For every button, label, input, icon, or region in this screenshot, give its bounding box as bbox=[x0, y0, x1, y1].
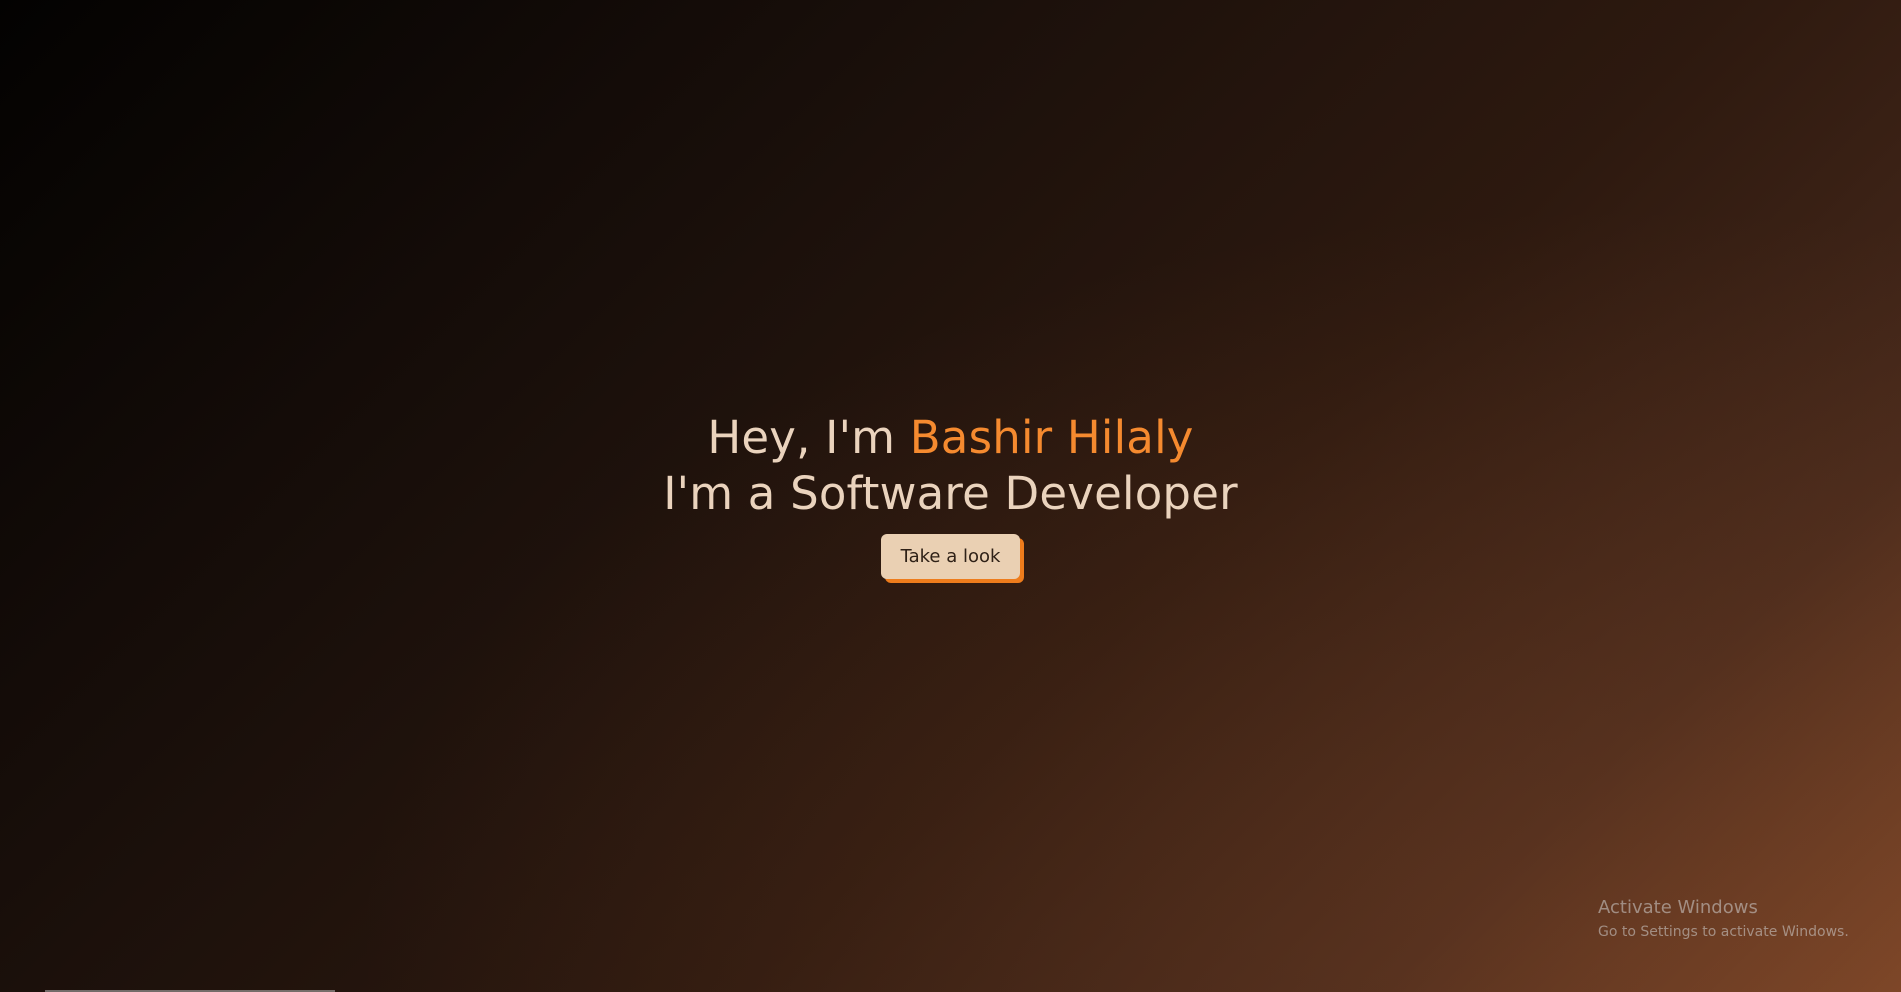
take-a-look-button[interactable]: Take a look bbox=[880, 534, 1021, 579]
activate-windows-watermark: Activate Windows Go to Settings to activ… bbox=[1598, 896, 1849, 942]
hero-section: Hey, I'm Bashir Hilaly I'm a Software De… bbox=[0, 410, 1901, 579]
activate-windows-subtitle: Go to Settings to activate Windows. bbox=[1598, 924, 1849, 940]
hero-subtitle: I'm a Software Developer bbox=[663, 467, 1238, 520]
activate-windows-title: Activate Windows bbox=[1598, 897, 1758, 918]
hero-name: Bashir Hilaly bbox=[909, 411, 1194, 464]
greeting-prefix: Hey, I'm bbox=[707, 411, 910, 464]
cta-wrapper: Take a look bbox=[880, 534, 1021, 579]
hero-greeting: Hey, I'm Bashir Hilaly bbox=[0, 410, 1901, 466]
